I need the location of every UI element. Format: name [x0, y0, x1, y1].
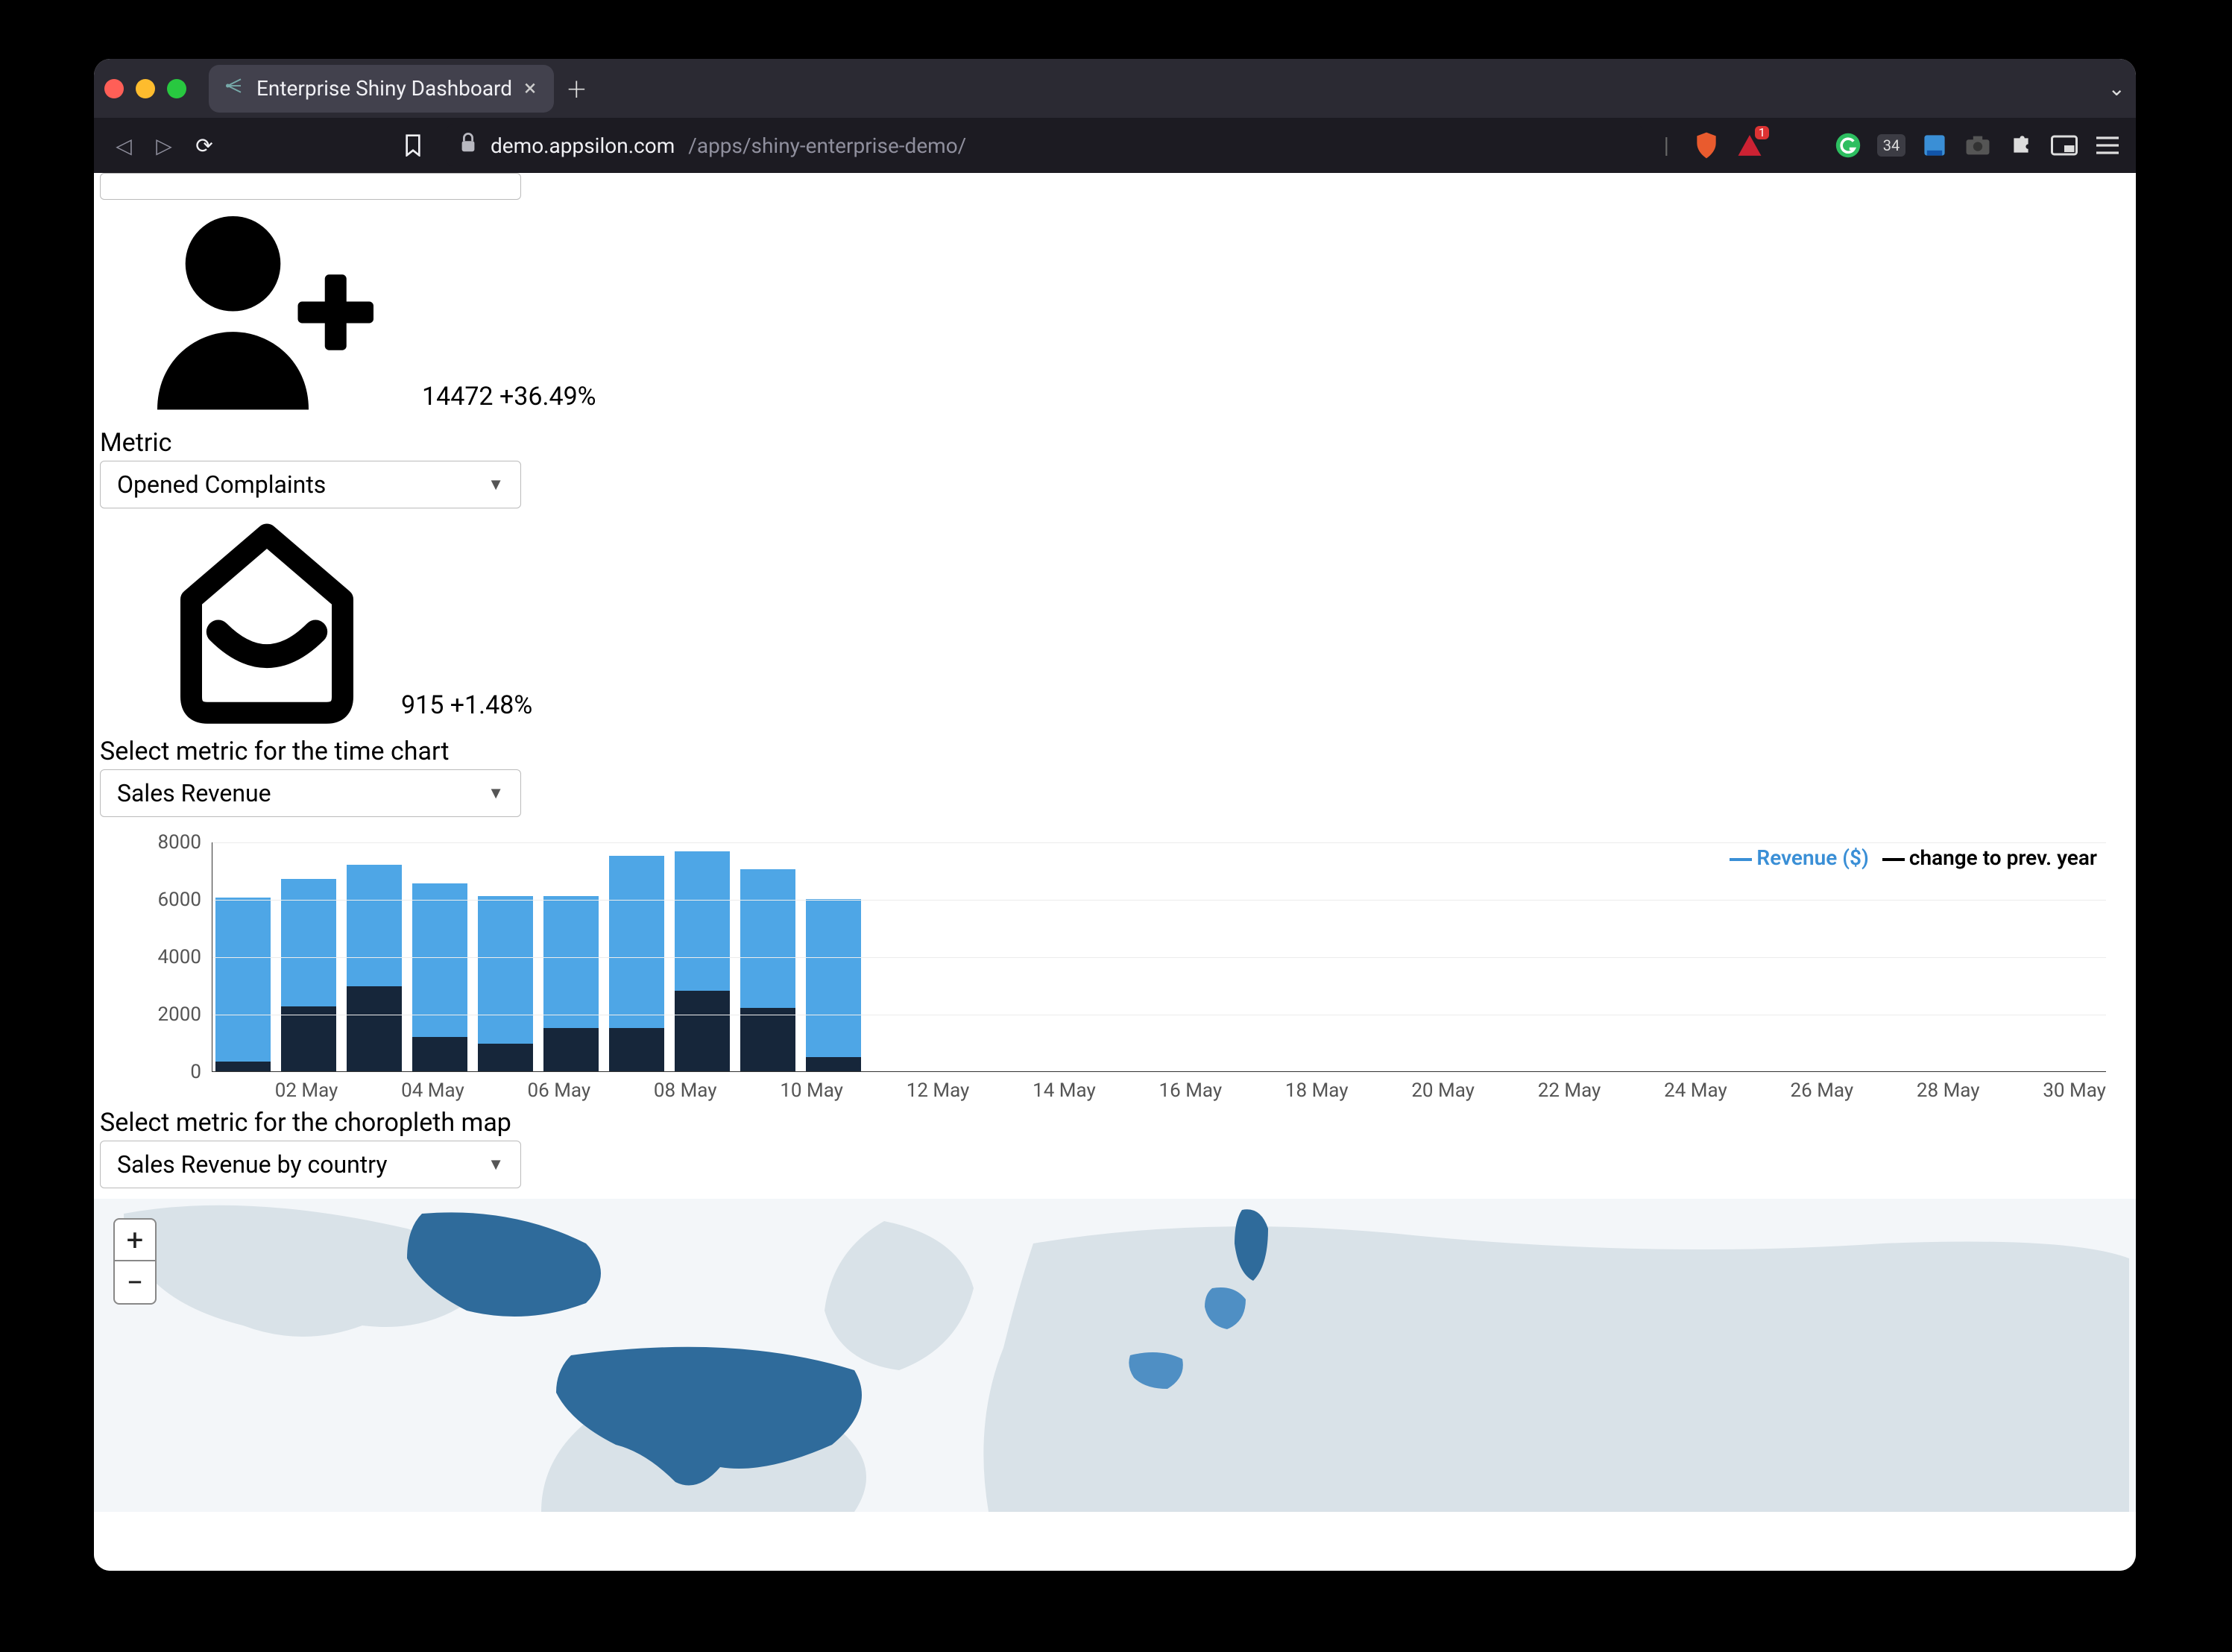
- puzzle-icon[interactable]: [2005, 129, 2037, 162]
- new-tab-button[interactable]: +: [567, 69, 586, 108]
- close-window-button[interactable]: [104, 79, 124, 98]
- zoom-in-button[interactable]: +: [115, 1220, 155, 1261]
- metric-value: 915: [401, 690, 444, 720]
- y-tick: 6000: [158, 889, 201, 911]
- x-tick: 06 May: [528, 1079, 591, 1102]
- y-tick: 0: [190, 1061, 201, 1083]
- map-zoom-controls: + −: [113, 1218, 157, 1305]
- metric-value-row: 14472 +36.49%: [422, 382, 596, 423]
- x-tick: 18 May: [1285, 1079, 1349, 1102]
- x-tick: 16 May: [1159, 1079, 1223, 1102]
- metric-select[interactable]: Opened Complaints ▼: [100, 461, 521, 508]
- select-value: Sales Revenue by country: [117, 1150, 388, 1179]
- maximize-window-button[interactable]: [167, 79, 186, 98]
- caret-down-icon: ▼: [488, 784, 504, 803]
- select-stub-top[interactable]: [100, 173, 521, 200]
- address-bar[interactable]: demo.appsilon.com/apps/shiny-enterprise-…: [446, 124, 1643, 166]
- x-tick: 08 May: [654, 1079, 717, 1102]
- choropleth-select[interactable]: Sales Revenue by country ▼: [100, 1141, 521, 1188]
- caret-down-icon: ▼: [488, 1155, 504, 1174]
- x-tick: 02 May: [275, 1079, 338, 1102]
- browser-tab[interactable]: Enterprise Shiny Dashboard ×: [209, 65, 554, 113]
- x-tick: 12 May: [907, 1079, 970, 1102]
- select-value: Sales Revenue: [117, 779, 271, 807]
- x-tick: 24 May: [1664, 1079, 1727, 1102]
- timechart-label: Select metric for the time chart: [94, 732, 2136, 769]
- caret-down-icon: ▼: [488, 475, 504, 494]
- warning-icon[interactable]: 1: [1733, 129, 1766, 162]
- metric-card-complaints: 915 +1.48% Select metric for the time ch…: [94, 508, 2136, 817]
- x-tick: 28 May: [1917, 1079, 1980, 1102]
- close-tab-icon[interactable]: ×: [524, 75, 536, 101]
- browser-window: Enterprise Shiny Dashboard × + ⌄ ◁ ▷ ⟳ d…: [94, 59, 2136, 1571]
- metric-value: 14472: [422, 382, 494, 412]
- x-tick: 04 May: [401, 1079, 464, 1102]
- choropleth-map[interactable]: + −: [94, 1199, 2136, 1512]
- camera-icon[interactable]: [1961, 129, 1994, 162]
- page-content: 14472 +36.49% Metric Opened Complaints ▼: [94, 173, 2136, 1571]
- tab-title: Enterprise Shiny Dashboard: [256, 76, 512, 101]
- gridline: [212, 842, 2106, 843]
- favicon-icon: [222, 75, 245, 102]
- tabs-dropdown-icon[interactable]: ⌄: [2108, 76, 2125, 101]
- y-tick: 2000: [158, 1003, 201, 1026]
- tab-bar: Enterprise Shiny Dashboard × + ⌄: [94, 59, 2136, 118]
- url-host: demo.appsilon.com: [491, 133, 675, 158]
- x-tick: 14 May: [1033, 1079, 1096, 1102]
- extension-icon-1[interactable]: [1918, 129, 1951, 162]
- url-path: /apps/shiny-enterprise-demo/: [688, 133, 966, 158]
- lock-icon: [459, 133, 477, 159]
- y-tick: 8000: [158, 831, 201, 854]
- choropleth-label: Select metric for the choropleth map: [94, 1103, 2136, 1141]
- menu-icon[interactable]: [2091, 129, 2124, 162]
- window-controls: [104, 79, 186, 98]
- metric-label: Metric: [94, 423, 2136, 461]
- x-tick: 22 May: [1538, 1079, 1601, 1102]
- zoom-out-button[interactable]: −: [115, 1261, 155, 1303]
- back-button[interactable]: ◁: [106, 127, 142, 163]
- x-axis: 02 May 04 May 06 May 08 May 10 May 12 May 14 M…: [212, 1076, 2106, 1102]
- plot-area[interactable]: [212, 842, 2106, 1072]
- y-axis: 02000400060008000: [127, 842, 210, 1072]
- metric-card-new-users: 14472 +36.49% Metric Opened Complaints ▼: [94, 200, 2136, 508]
- x-tick: 10 May: [780, 1079, 843, 1102]
- envelope-open-icon: [131, 513, 379, 732]
- forward-button[interactable]: ▷: [146, 127, 182, 163]
- minimize-window-button[interactable]: [136, 79, 155, 98]
- ext-count-badge[interactable]: 34: [1875, 129, 1908, 162]
- x-tick: 26 May: [1791, 1079, 1854, 1102]
- y-tick: 4000: [158, 946, 201, 968]
- metric-delta: +1.48%: [450, 690, 532, 720]
- gridline: [212, 900, 2106, 901]
- warning-badge: 1: [1755, 126, 1769, 139]
- metric-delta: +36.49%: [499, 382, 596, 412]
- extension-icons: 1 34: [1690, 129, 2124, 162]
- metric-value-row: 915 +1.48%: [401, 690, 532, 732]
- separator: |: [1664, 133, 1669, 159]
- time-chart: Revenue ($) change to prev. year 0200040…: [127, 842, 2136, 1103]
- brave-shield-icon[interactable]: [1690, 129, 1723, 162]
- grammarly-icon[interactable]: [1832, 129, 1864, 162]
- timechart-select[interactable]: Sales Revenue ▼: [100, 769, 521, 817]
- gridline: [212, 957, 2106, 958]
- browser-toolbar: ◁ ▷ ⟳ demo.appsilon.com/apps/shiny-enter…: [94, 118, 2136, 173]
- bookmark-icon[interactable]: [395, 127, 431, 163]
- user-plus-icon: [131, 204, 400, 423]
- pip-icon[interactable]: [2048, 129, 2081, 162]
- reload-button[interactable]: ⟳: [186, 127, 222, 163]
- x-tick: 20 May: [1411, 1079, 1475, 1102]
- x-tick: 30 May: [2043, 1079, 2106, 1102]
- select-value: Opened Complaints: [117, 470, 326, 499]
